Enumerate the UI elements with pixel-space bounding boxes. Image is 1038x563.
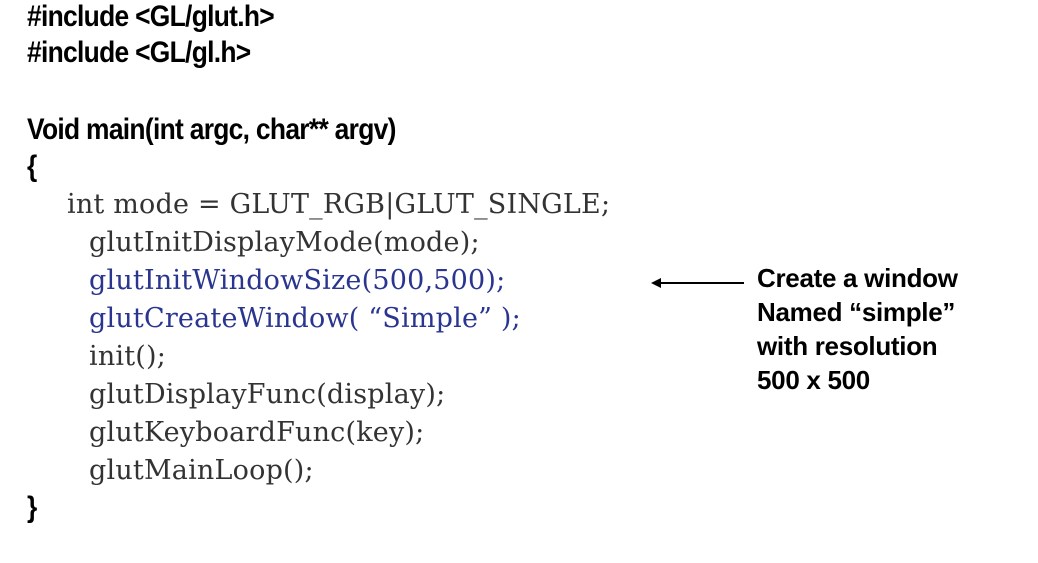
main-signature-line: Void main(int argc, char** argv) [27, 113, 396, 146]
close-brace-line: } [27, 491, 37, 524]
include-gl-line: #include <GL/gl.h> [27, 36, 251, 69]
code-line-window-size: glutInitWindowSize(500,500); [89, 265, 506, 296]
code-line-mode: int mode = GLUT_RGB|GLUT_SINGLE; [67, 189, 611, 220]
annotation-line-1: Create a window [757, 263, 958, 293]
annotation-line-4: 500 x 500 [757, 365, 870, 395]
annotation-line-3: with resolution [757, 331, 938, 361]
code-line-keyboard-func: glutKeyboardFunc(key); [89, 417, 425, 448]
annotation-line-2: Named “simple” [757, 297, 956, 327]
code-line-main-loop: glutMainLoop(); [89, 455, 314, 486]
include-glut-line: #include <GL/glut.h> [27, 0, 275, 33]
code-line-display-func: glutDisplayFunc(display); [89, 379, 446, 410]
arrow-shaft [658, 282, 744, 284]
code-line-create-window: glutCreateWindow( “Simple” ); [89, 303, 521, 334]
slide: #include <GL/glut.h> #include <GL/gl.h> … [0, 0, 1038, 563]
code-line-display-mode: glutInitDisplayMode(mode); [89, 227, 480, 258]
open-brace-line: { [27, 150, 37, 183]
code-line-init: init(); [89, 341, 167, 372]
